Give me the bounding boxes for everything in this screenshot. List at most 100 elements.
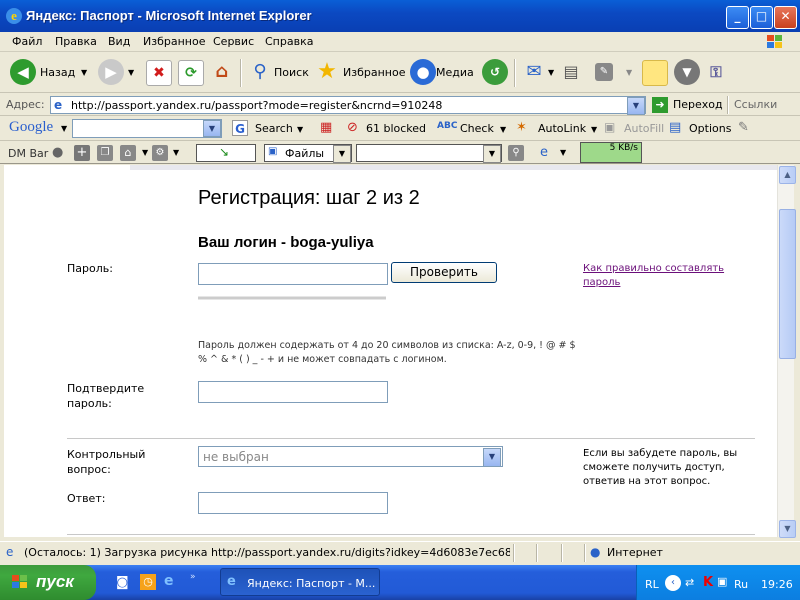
mail-icon[interactable]: ✉: [522, 60, 546, 84]
quicklaunch-explorer-icon[interactable]: ◙: [116, 575, 129, 590]
menu-edit[interactable]: Правка: [55, 35, 97, 48]
minimize-button[interactable]: _: [726, 6, 749, 29]
options-icon[interactable]: ▤: [669, 120, 681, 135]
password-input[interactable]: [198, 263, 388, 285]
refresh-icon[interactable]: ⟳: [178, 60, 204, 86]
research-icon[interactable]: ⚿: [704, 60, 728, 84]
search-icon[interactable]: ⚲: [248, 60, 272, 84]
clock[interactable]: 19:26: [761, 578, 793, 591]
stop-icon[interactable]: ✖: [146, 60, 172, 86]
dm-url-input[interactable]: ▼: [356, 144, 502, 163]
dm-search-icon[interactable]: ⚲: [508, 145, 524, 161]
home-icon[interactable]: ⌂: [210, 60, 234, 84]
tray-collapse-icon[interactable]: ‹: [665, 575, 681, 591]
dm-url-dropdown-icon[interactable]: ▼: [483, 145, 501, 163]
media-icon[interactable]: ●: [410, 59, 436, 85]
links-button[interactable]: Ссылки: [734, 98, 777, 111]
autolink-button[interactable]: AutoLink: [538, 122, 586, 135]
speed-meter: 5 KB/s: [580, 142, 642, 163]
dm-ie-dropdown-icon[interactable]: ▼: [560, 148, 566, 157]
print-icon[interactable]: ▤: [559, 60, 583, 84]
scroll-up-icon[interactable]: ▲: [779, 166, 796, 184]
autofill-button[interactable]: AutoFill: [624, 122, 664, 135]
close-button[interactable]: ✕: [774, 6, 797, 29]
favorites-label[interactable]: Избранное: [343, 66, 405, 79]
favorites-star-icon[interactable]: ★: [315, 60, 339, 84]
confirm-password-input[interactable]: [198, 381, 388, 403]
vertical-scrollbar[interactable]: ▲ ▼: [777, 165, 796, 538]
spellcheck-icon[interactable]: ABC: [437, 121, 457, 131]
search-dropdown-icon[interactable]: ▼: [297, 125, 303, 134]
keyboard-layout[interactable]: Ru: [734, 578, 748, 591]
edit-icon[interactable]: ✎: [595, 63, 613, 81]
password-help-link[interactable]: Как правильно составлять пароль: [583, 262, 743, 290]
dm-ie-icon[interactable]: e: [540, 145, 548, 160]
menu-tools[interactable]: Сервис: [213, 35, 254, 48]
tray-monitor-icon[interactable]: ▣: [717, 575, 727, 588]
quicklaunch-ie-icon[interactable]: e: [164, 573, 174, 589]
google-menu-dropdown-icon[interactable]: ▼: [61, 124, 67, 133]
google-g-icon[interactable]: G: [232, 120, 248, 136]
check-password-button[interactable]: Проверить: [391, 262, 497, 283]
maximize-button[interactable]: □: [750, 6, 773, 29]
quicklaunch-more-icon[interactable]: »: [190, 572, 196, 582]
check-button[interactable]: Check: [460, 122, 494, 135]
highlighter-icon[interactable]: ✎: [738, 120, 749, 135]
news-icon[interactable]: ▦: [320, 120, 332, 135]
download-drop-target[interactable]: ↘: [196, 144, 256, 162]
messenger-icon[interactable]: ▼: [674, 59, 700, 85]
google-logo[interactable]: Google: [9, 119, 53, 136]
globe-icon[interactable]: ●: [52, 145, 63, 160]
menu-help[interactable]: Справка: [265, 35, 313, 48]
check-dropdown-icon[interactable]: ▼: [500, 125, 506, 134]
tray-antivirus-icon[interactable]: K: [703, 575, 713, 590]
files-dropdown-icon[interactable]: ▼: [333, 145, 351, 163]
forward-arrow-icon[interactable]: ▶: [98, 59, 124, 85]
options-button[interactable]: Options: [689, 122, 731, 135]
forward-dropdown-icon[interactable]: ▼: [128, 68, 134, 77]
dm-home-icon[interactable]: ⌂: [120, 145, 136, 161]
add-icon[interactable]: +: [74, 145, 90, 161]
search-label[interactable]: Поиск: [274, 66, 309, 79]
autofill-icon[interactable]: ▣: [604, 120, 615, 134]
scroll-thumb[interactable]: [779, 209, 796, 359]
google-search-input[interactable]: ▼: [72, 119, 222, 138]
autolink-dropdown-icon[interactable]: ▼: [591, 125, 597, 134]
files-dropdown[interactable]: ▣ Файлы ▼: [264, 144, 352, 163]
taskbar-window-button[interactable]: e Яндекс: Паспорт - M...: [220, 568, 380, 596]
address-url[interactable]: http://passport.yandex.ru/passport?mode=…: [71, 99, 442, 112]
media-label[interactable]: Медиа: [436, 66, 474, 79]
security-question-dropdown-icon[interactable]: ▼: [483, 448, 501, 467]
mail-dropdown-icon[interactable]: ▼: [548, 68, 554, 77]
scroll-down-icon[interactable]: ▼: [779, 520, 796, 538]
go-button[interactable]: Переход: [673, 98, 723, 111]
google-search-dropdown-icon[interactable]: ▼: [203, 120, 221, 137]
start-button[interactable]: пуск: [0, 565, 96, 600]
answer-input[interactable]: [198, 492, 388, 514]
popup-blocker-icon[interactable]: ⊘: [347, 120, 358, 135]
history-icon[interactable]: ↺: [482, 59, 508, 85]
autolink-icon[interactable]: ✶: [516, 120, 527, 135]
quicklaunch-clock-icon[interactable]: ◷: [140, 574, 156, 590]
menu-file[interactable]: Файл: [12, 35, 42, 48]
back-dropdown-icon[interactable]: ▼: [81, 68, 87, 77]
menu-view[interactable]: Вид: [108, 35, 130, 48]
popups-blocked-count[interactable]: 61 blocked: [366, 122, 426, 135]
language-indicator[interactable]: RL: [645, 578, 659, 591]
address-dropdown-icon[interactable]: ▼: [627, 97, 645, 115]
address-input[interactable]: e http://passport.yandex.ru/passport?mod…: [50, 96, 646, 115]
files-label: Файлы: [285, 147, 325, 160]
tray-network-icon[interactable]: ⇄: [685, 576, 694, 589]
note-icon[interactable]: [642, 60, 668, 86]
home-dropdown-icon[interactable]: ▼: [142, 148, 148, 157]
menu-favorites[interactable]: Избранное: [143, 35, 205, 48]
back-arrow-icon[interactable]: ◀: [10, 59, 36, 85]
google-search-button[interactable]: Search: [255, 122, 293, 135]
back-label[interactable]: Назад: [40, 66, 75, 79]
go-arrow-icon[interactable]: ➜: [652, 97, 668, 113]
windows-icon[interactable]: ❐: [97, 145, 113, 161]
settings-icon[interactable]: ⚙: [152, 145, 168, 161]
security-question-select[interactable]: не выбран ▼: [198, 446, 503, 467]
edit-dropdown-icon[interactable]: ▼: [626, 68, 632, 77]
settings-dropdown-icon[interactable]: ▼: [173, 148, 179, 157]
